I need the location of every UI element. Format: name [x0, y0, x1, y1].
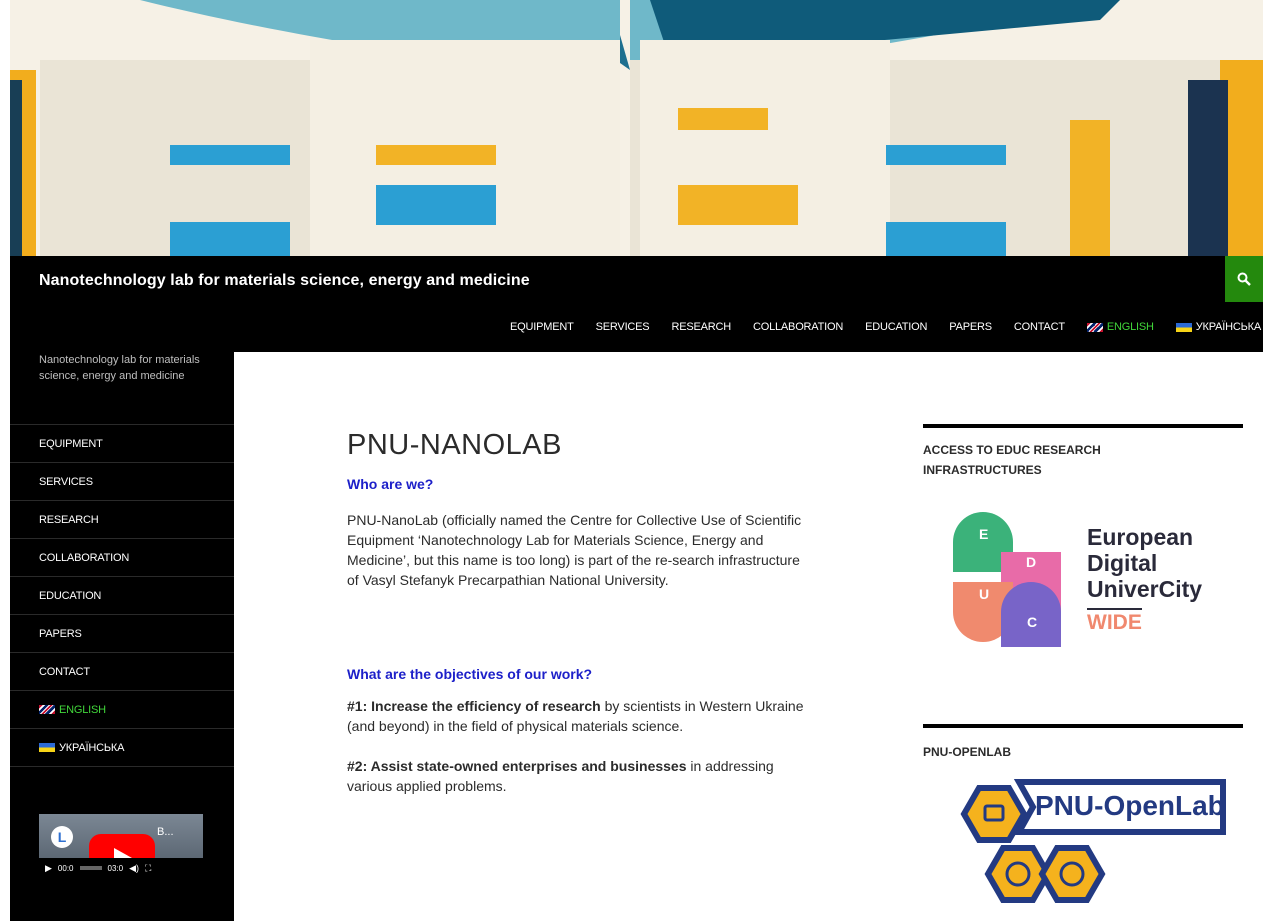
nav-research[interactable]: RESEARCH	[660, 320, 742, 334]
educ-letter-e: E	[979, 526, 989, 542]
widget-educ: ACCESS TO EDUC RESEARCH INFRASTRUCTURES …	[923, 424, 1243, 662]
current-time: 00:0	[57, 863, 74, 873]
educ-wordmark: European Digital UniverCity WIDE	[1087, 524, 1202, 636]
ua-flag-icon	[1175, 322, 1192, 332]
uk-flag-icon	[39, 705, 55, 714]
video-controls: ▶ 00:0 03:0 ◀) ⛶	[39, 858, 203, 878]
ua-flag-icon	[39, 743, 55, 752]
nav-collaboration[interactable]: COLLABORATION	[742, 320, 854, 334]
fullscreen-icon[interactable]: ⛶	[145, 863, 151, 874]
objective-2-bold: #2: Assist state-owned enterprises and b…	[347, 758, 687, 774]
nav-label: RESEARCH	[671, 321, 731, 333]
nav-label: УКРАЇНСЬКА	[1195, 321, 1261, 333]
nav-papers[interactable]: PAPERS	[938, 320, 1003, 334]
uk-flag-icon	[1086, 322, 1103, 332]
secondary-menu: EQUIPMENT SERVICES RESEARCH COLLABORATIO…	[10, 424, 234, 767]
sidebar-item-label: УКРАЇНСЬКА	[59, 741, 125, 754]
educ-line-2: Digital	[1087, 550, 1158, 576]
section-heading-who: Who are we?	[347, 476, 434, 492]
widget-openlab: PNU-OPENLAB PNU-OpenLab	[923, 724, 1243, 921]
nav-label: ENGLISH	[1106, 321, 1154, 333]
main-content: PNU-NANOLAB Who are we? PNU-NanoLab (off…	[347, 429, 817, 796]
sidebar-item-label: COLLABORATION	[39, 551, 130, 564]
sidebar-item-label: PAPERS	[39, 627, 82, 640]
site-header: Nanotechnology lab for materials science…	[10, 256, 1263, 352]
nav-label: CONTACT	[1013, 321, 1065, 333]
nav-services[interactable]: SERVICES	[585, 320, 661, 334]
sidebar-item-label: RESEARCH	[39, 513, 99, 526]
openlab-wordmark: PNU-OpenLab	[1035, 790, 1225, 821]
search-icon	[1237, 272, 1251, 286]
sidebar-item-services[interactable]: SERVICES	[10, 463, 234, 501]
play-icon[interactable]: ▶	[45, 863, 52, 874]
sidebar-item-research[interactable]: RESEARCH	[10, 501, 234, 539]
educ-logo-shapes	[953, 512, 1061, 647]
nav-label: COLLABORATION	[752, 321, 844, 333]
educ-logo[interactable]: E D U C European Digital UniverCity WIDE	[923, 502, 1223, 662]
nav-language-english[interactable]: ENGLISH	[1076, 320, 1165, 334]
widget-title: PNU-OPENLAB	[923, 745, 1012, 759]
section-heading-objectives: What are the objectives of our work?	[347, 666, 593, 682]
sidebar-item-papers[interactable]: PAPERS	[10, 615, 234, 653]
site-title[interactable]: Nanotechnology lab for materials science…	[39, 272, 530, 290]
video-title: B...	[157, 826, 174, 838]
page-title: PNU-NANOLAB	[347, 429, 562, 461]
widget-title: ACCESS TO EDUC RESEARCH INFRASTRUCTURES	[923, 443, 1101, 477]
search-button[interactable]	[1225, 256, 1263, 302]
sidebar-item-collaboration[interactable]: COLLABORATION	[10, 539, 234, 577]
nav-education[interactable]: EDUCATION	[854, 320, 938, 334]
sidebar-item-education[interactable]: EDUCATION	[10, 577, 234, 615]
openlab-logo[interactable]: PNU-OpenLab	[923, 778, 1233, 921]
educ-line-3: UniverCity	[1087, 576, 1203, 602]
educ-letter-d: D	[1026, 554, 1037, 570]
sidebar-item-contact[interactable]: CONTACT	[10, 653, 234, 691]
progress-bar[interactable]	[79, 866, 102, 870]
educ-line-1: European	[1087, 524, 1194, 550]
nav-label: PAPERS	[949, 321, 992, 333]
header-banner-image	[10, 0, 1263, 256]
educ-line-4: WIDE	[1087, 608, 1142, 636]
sidebar-item-equipment[interactable]: EQUIPMENT	[10, 425, 234, 463]
nav-contact[interactable]: CONTACT	[1003, 320, 1076, 334]
video-player[interactable]: L B... ▶ 00:0 03:0 ◀) ⛶	[39, 814, 203, 878]
sidebar-item-label: SERVICES	[39, 475, 93, 488]
duration: 03:0	[107, 863, 124, 873]
nav-label: EQUIPMENT	[510, 321, 574, 333]
sidebar-item-label: ENGLISH	[59, 703, 106, 716]
objective-1-bold: #1: Increase the efficiency of research	[347, 698, 601, 714]
nav-label: EDUCATION	[865, 321, 928, 333]
sidebar-item-label: EDUCATION	[39, 589, 102, 602]
paragraph-intro: PNU-NanoLab (officially named the Centre…	[347, 512, 802, 588]
educ-letter-c: C	[1027, 614, 1038, 630]
left-sidebar: Nanotechnology lab for materials science…	[10, 352, 234, 921]
channel-logo-icon: L	[51, 826, 73, 848]
site-description: Nanotechnology lab for materials science…	[39, 354, 200, 382]
nav-equipment[interactable]: EQUIPMENT	[499, 320, 585, 334]
paragraph-objective-1: #1: Increase the efficiency of research …	[347, 696, 807, 736]
primary-menu: EQUIPMENT SERVICES RESEARCH COLLABORATIO…	[499, 320, 1263, 334]
nav-language-ukrainian[interactable]: УКРАЇНСЬКА	[1165, 320, 1263, 334]
paragraph-objective-2: #2: Assist state-owned enterprises and b…	[347, 756, 807, 796]
volume-icon[interactable]: ◀)	[129, 863, 139, 874]
nav-label: SERVICES	[595, 321, 650, 333]
sidebar-item-english[interactable]: ENGLISH	[10, 691, 234, 729]
sidebar-item-ukrainian[interactable]: УКРАЇНСЬКА	[10, 729, 234, 767]
sidebar-item-label: CONTACT	[39, 665, 90, 678]
educ-letter-u: U	[979, 586, 990, 602]
sidebar-item-label: EQUIPMENT	[39, 437, 103, 450]
